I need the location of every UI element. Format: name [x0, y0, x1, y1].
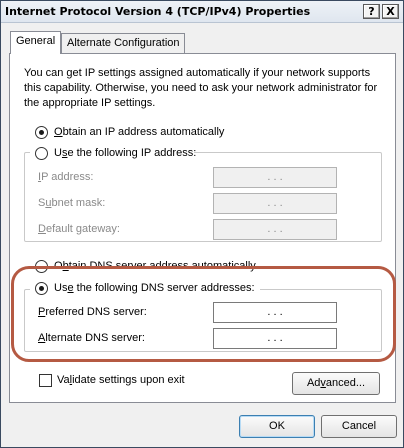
tab-alternate-configuration[interactable]: Alternate Configuration [61, 33, 185, 53]
alternate-dns-label: Alternate DNS server: [38, 332, 145, 344]
default-gateway-label: Default gateway: [38, 223, 120, 235]
ok-button[interactable]: OK [239, 415, 315, 438]
ip-address-field[interactable]: . . . [213, 167, 337, 188]
window-title: Internet Protocol Version 4 (TCP/IPv4) P… [5, 5, 311, 18]
title-bar: Internet Protocol Version 4 (TCP/IPv4) P… [1, 1, 403, 23]
obtain-ip-auto-label[interactable]: Obtain an IP address automatically [54, 126, 224, 138]
use-following-dns-label[interactable]: Use the following DNS server addresses: [54, 282, 255, 294]
ip-address-label: IP address: [38, 171, 94, 183]
advanced-button[interactable]: Advanced... [292, 372, 380, 395]
properties-dialog: Internet Protocol Version 4 (TCP/IPv4) P… [0, 0, 404, 448]
tab-general-label: General [16, 35, 56, 47]
validate-settings-checkbox[interactable] [39, 374, 52, 387]
obtain-ip-auto-radio[interactable] [35, 126, 48, 139]
help-button[interactable]: ? [363, 4, 380, 19]
preferred-dns-field[interactable]: . . . [213, 302, 337, 323]
default-gateway-field[interactable]: . . . [213, 219, 337, 240]
obtain-dns-auto-label[interactable]: Obtain DNS server address automatically [54, 260, 256, 272]
close-button[interactable]: X [382, 4, 399, 19]
tab-alternate-configuration-label: Alternate Configuration [67, 37, 180, 49]
alternate-dns-field[interactable]: . . . [213, 328, 337, 349]
tab-general[interactable]: General [10, 31, 61, 54]
cancel-button[interactable]: Cancel [321, 415, 397, 438]
obtain-dns-auto-radio[interactable] [35, 260, 48, 273]
subnet-mask-field[interactable]: . . . [213, 193, 337, 214]
validate-settings-label[interactable]: Validate settings upon exit [57, 374, 185, 386]
description-text: You can get IP settings assigned automat… [24, 67, 378, 109]
use-following-ip-radio[interactable] [35, 147, 48, 160]
general-panel: You can get IP settings assigned automat… [9, 53, 396, 403]
use-following-ip-label[interactable]: Use the following IP address: [54, 147, 196, 159]
use-following-dns-radio[interactable] [35, 282, 48, 295]
subnet-mask-label: Subnet mask: [38, 197, 106, 209]
preferred-dns-label: Preferred DNS server: [38, 306, 147, 318]
